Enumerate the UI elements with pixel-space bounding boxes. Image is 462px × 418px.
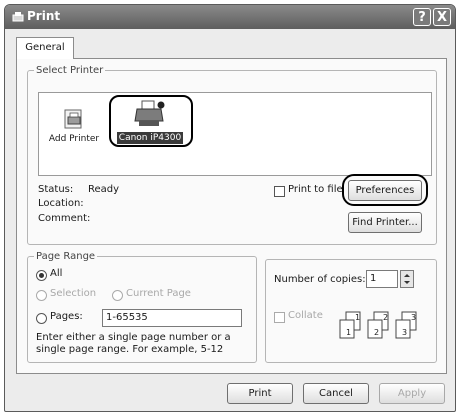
status-value: Ready: [88, 184, 120, 195]
title-bar[interactable]: Print ? X: [5, 5, 455, 29]
collate-label: Collate: [288, 310, 323, 321]
printer-app-icon: [12, 12, 24, 22]
printer-highlight-ring: [109, 95, 193, 147]
collate-pages-icon: 11 22 33: [339, 311, 417, 339]
collate-checkbox[interactable]: [274, 312, 285, 323]
location-label: Location:: [38, 198, 84, 209]
page-range-selection-radio[interactable]: [36, 290, 47, 301]
printer-item-label: Add Printer: [48, 134, 100, 144]
number-of-copies-label: Number of copies:: [274, 274, 366, 285]
svg-text:3: 3: [411, 313, 416, 322]
page-range-current-page-radio[interactable]: [112, 290, 123, 301]
page-range-legend: Page Range: [36, 251, 96, 262]
page-range-group: Page Range All Selection Current Page Pa…: [27, 251, 257, 363]
page-range-current-page-label: Current Page: [126, 288, 191, 299]
status-label: Status:: [38, 184, 74, 195]
preferences-highlight-ring: [342, 174, 428, 206]
page-range-pages-radio[interactable]: [36, 313, 47, 324]
copies-group: Number of copies: 1 Collate 11 22 3 3: [265, 259, 437, 363]
printer-item-add-printer[interactable]: Add Printer: [47, 107, 101, 144]
tab-general[interactable]: General: [16, 37, 74, 59]
cancel-button[interactable]: Cancel: [303, 383, 369, 404]
close-button[interactable]: X: [433, 8, 451, 26]
pages-input[interactable]: 1-65535: [102, 309, 242, 327]
page-range-all-radio[interactable]: [36, 270, 47, 281]
print-dialog: Print ? X General Select Printer Add Pri…: [4, 4, 456, 412]
print-button[interactable]: Print: [227, 383, 293, 404]
apply-button[interactable]: Apply: [379, 383, 445, 404]
spinner-arrows-icon: [404, 274, 410, 284]
find-printer-button[interactable]: Find Printer...: [348, 212, 422, 233]
copies-input[interactable]: 1: [366, 270, 398, 288]
page-range-hint: Enter either a single page number or a s…: [36, 332, 231, 355]
svg-text:3: 3: [402, 328, 407, 337]
select-printer-legend: Select Printer: [36, 65, 104, 76]
print-to-file-checkbox[interactable]: [274, 186, 285, 197]
svg-text:1: 1: [355, 313, 360, 322]
general-tab-panel: Select Printer Add Printer Canon iP4300 …: [16, 58, 447, 374]
window-title: Print: [27, 9, 61, 23]
print-to-file-label: Print to file: [288, 184, 343, 195]
page-range-pages-label: Pages:: [50, 311, 83, 322]
help-button[interactable]: ?: [413, 8, 431, 26]
copies-spinner[interactable]: [400, 270, 414, 288]
add-printer-icon: [64, 109, 82, 129]
svg-text:2: 2: [383, 313, 388, 322]
select-printer-group: Select Printer Add Printer Canon iP4300 …: [27, 65, 437, 245]
page-range-all-label: All: [50, 268, 63, 279]
svg-text:1: 1: [346, 328, 351, 337]
page-range-selection-label: Selection: [50, 288, 97, 299]
printer-list: Add Printer Canon iP4300: [38, 92, 432, 176]
svg-text:2: 2: [374, 328, 379, 337]
comment-label: Comment:: [38, 213, 91, 224]
